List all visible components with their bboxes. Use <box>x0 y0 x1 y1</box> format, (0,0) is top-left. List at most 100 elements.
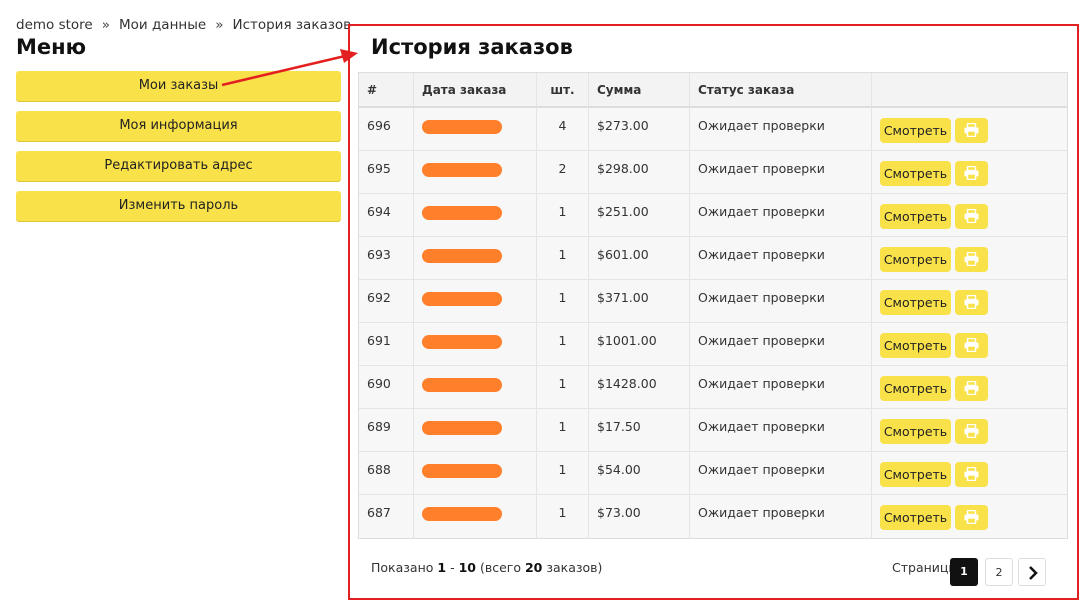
order-sum: $371.00 <box>589 280 690 322</box>
breadcrumb-home-link[interactable]: demo store <box>16 17 93 33</box>
print-order-button[interactable] <box>955 462 988 487</box>
range-start: 1 <box>437 560 447 575</box>
print-order-button[interactable] <box>955 161 988 186</box>
print-order-button[interactable] <box>955 505 988 530</box>
order-number: 694 <box>359 194 414 236</box>
column-header-sum: Сумма <box>589 73 690 106</box>
order-number: 693 <box>359 237 414 279</box>
total-prefix: (всего <box>479 560 521 575</box>
order-actions: Смотреть <box>872 495 1067 538</box>
view-order-button[interactable]: Смотреть <box>880 505 951 530</box>
view-order-button[interactable]: Смотреть <box>880 247 951 272</box>
order-qty: 1 <box>537 409 589 451</box>
print-order-button[interactable] <box>955 290 988 315</box>
table-row: 690 1 $1428.00 Ожидает проверки Смотреть <box>359 366 1067 409</box>
redacted-date <box>422 507 502 521</box>
printer-icon <box>964 295 979 309</box>
chevron-right-icon <box>1029 566 1038 580</box>
account-menu: Мои заказы Моя информация Редактировать … <box>16 71 341 231</box>
menu-edit-address-button[interactable]: Редактировать адрес <box>16 151 341 181</box>
table-row: 688 1 $54.00 Ожидает проверки Смотреть <box>359 452 1067 495</box>
order-number: 691 <box>359 323 414 365</box>
table-row: 691 1 $1001.00 Ожидает проверки Смотреть <box>359 323 1067 366</box>
print-order-button[interactable] <box>955 333 988 358</box>
order-number: 690 <box>359 366 414 408</box>
order-sum: $73.00 <box>589 495 690 538</box>
redacted-date <box>422 292 502 306</box>
printer-icon <box>964 166 979 180</box>
print-order-button[interactable] <box>955 247 988 272</box>
total-suffix: заказов) <box>546 560 603 575</box>
column-header-status: Статус заказа <box>690 73 872 106</box>
order-date-cell <box>414 237 537 279</box>
printer-icon <box>964 381 979 395</box>
orders-table: # Дата заказа шт. Сумма Статус заказа 69… <box>358 72 1068 539</box>
order-date-cell <box>414 194 537 236</box>
menu-my-info-button[interactable]: Моя информация <box>16 111 341 141</box>
order-actions: Смотреть <box>872 409 1067 451</box>
order-sum: $298.00 <box>589 151 690 193</box>
column-header-qty: шт. <box>537 73 589 106</box>
order-qty: 1 <box>537 280 589 322</box>
print-order-button[interactable] <box>955 419 988 444</box>
table-row: 694 1 $251.00 Ожидает проверки Смотреть <box>359 194 1067 237</box>
order-number: 692 <box>359 280 414 322</box>
breadcrumb-account-link[interactable]: Мои данные <box>119 17 206 33</box>
printer-icon <box>964 338 979 352</box>
order-actions: Смотреть <box>872 237 1067 279</box>
order-qty: 1 <box>537 237 589 279</box>
breadcrumb: demo store » Мои данные » История заказов <box>16 17 351 33</box>
view-order-button[interactable]: Смотреть <box>880 333 951 358</box>
print-order-button[interactable] <box>955 118 988 143</box>
view-order-button[interactable]: Смотреть <box>880 290 951 315</box>
order-actions: Смотреть <box>872 151 1067 193</box>
order-status: Ожидает проверки <box>690 151 872 193</box>
view-order-button[interactable]: Смотреть <box>880 118 951 143</box>
order-number: 689 <box>359 409 414 451</box>
view-order-button[interactable]: Смотреть <box>880 161 951 186</box>
redacted-date <box>422 163 502 177</box>
order-date-cell <box>414 452 537 494</box>
breadcrumb-separator: » <box>215 17 224 33</box>
table-row: 693 1 $601.00 Ожидает проверки Смотреть <box>359 237 1067 280</box>
table-row: 687 1 $73.00 Ожидает проверки Смотреть <box>359 495 1067 538</box>
printer-icon <box>964 209 979 223</box>
printer-icon <box>964 510 979 524</box>
print-order-button[interactable] <box>955 204 988 229</box>
view-order-button[interactable]: Смотреть <box>880 204 951 229</box>
breadcrumb-current: История заказов <box>232 17 352 33</box>
print-order-button[interactable] <box>955 376 988 401</box>
order-date-cell <box>414 151 537 193</box>
order-sum: $273.00 <box>589 108 690 150</box>
order-status: Ожидает проверки <box>690 495 872 538</box>
order-sum: $1428.00 <box>589 366 690 408</box>
order-qty: 1 <box>537 366 589 408</box>
column-header-date: Дата заказа <box>414 73 537 106</box>
view-order-button[interactable]: Смотреть <box>880 462 951 487</box>
order-date-cell <box>414 280 537 322</box>
order-date-cell <box>414 409 537 451</box>
order-status: Ожидает проверки <box>690 409 872 451</box>
order-status: Ожидает проверки <box>690 237 872 279</box>
range-separator: - <box>450 560 455 575</box>
order-status: Ожидает проверки <box>690 194 872 236</box>
menu-my-orders-button[interactable]: Мои заказы <box>16 71 341 101</box>
page-2-button[interactable]: 2 <box>985 558 1013 586</box>
redacted-date <box>422 335 502 349</box>
menu-change-password-button[interactable]: Изменить пароль <box>16 191 341 221</box>
order-date-cell <box>414 495 537 538</box>
order-status: Ожидает проверки <box>690 452 872 494</box>
order-qty: 4 <box>537 108 589 150</box>
redacted-date <box>422 249 502 263</box>
breadcrumb-separator: » <box>101 17 110 33</box>
view-order-button[interactable]: Смотреть <box>880 376 951 401</box>
printer-icon <box>964 123 979 137</box>
order-sum: $17.50 <box>589 409 690 451</box>
order-date-cell <box>414 108 537 150</box>
next-page-button[interactable] <box>1018 558 1046 586</box>
page-1-button[interactable]: 1 <box>950 558 978 586</box>
redacted-date <box>422 378 502 392</box>
order-qty: 1 <box>537 323 589 365</box>
view-order-button[interactable]: Смотреть <box>880 419 951 444</box>
order-actions: Смотреть <box>872 194 1067 236</box>
